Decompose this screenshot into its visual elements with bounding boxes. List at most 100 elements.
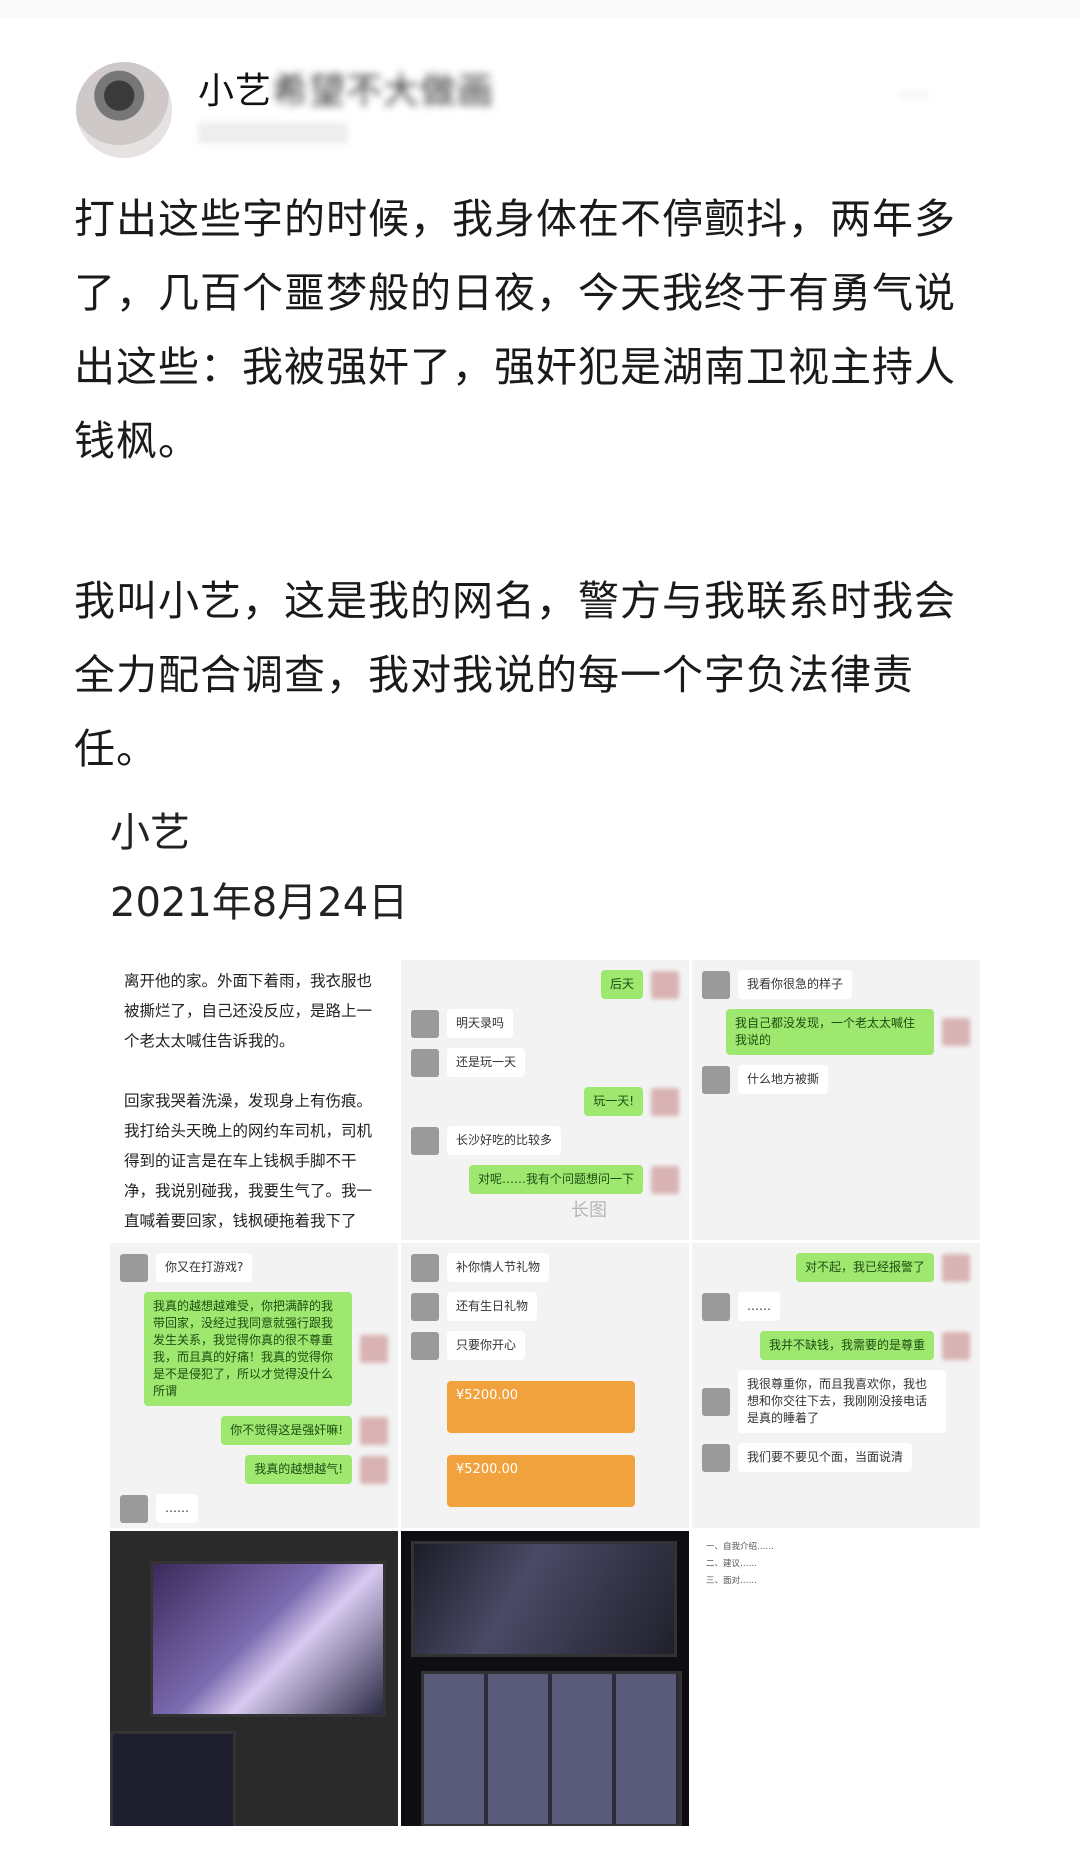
chat-message: 你又在打游戏? [120,1253,388,1282]
chat-bubble: 我们要不要见个面，当面说清 [738,1443,913,1472]
chat-message: 对不起，我已经报警了 [702,1253,970,1282]
grid-image-9[interactable]: 一、自我介绍…… 二、建议…… 三、面对…… [692,1531,980,1826]
chat-bubble: 你又在打游戏? [156,1253,253,1282]
chat-bubble: …… [738,1292,780,1321]
monitor-photo-lower [110,1731,236,1826]
chat-message: 我真的越想越气! [120,1455,388,1484]
chat-message: 我们要不要见个面，当面说清 [702,1443,970,1472]
author-subline-blurred [198,122,348,144]
chat-message: 还有生日礼物 [411,1292,679,1321]
avatar[interactable] [76,62,172,158]
chat-message: 玩一天! [411,1087,679,1116]
grid-image-8[interactable] [401,1531,689,1826]
chat-bubble: 对不起，我已经报警了 [795,1253,934,1282]
chat-bubble: 我真的越想越气! [245,1455,352,1484]
grid-image-1-text: 离开他的家。外面下着雨，我衣服也被撕烂了，自己还没反应，是路上一个老太太喊住告诉… [124,972,373,1230]
chat-avatar [360,1416,388,1445]
chat-message: 你不觉得这是强奸嘛! [120,1416,388,1445]
chat-message: 对呢……我有个问题想问一下 [411,1165,679,1194]
monitor-photo [150,1561,386,1717]
post-date: 2021年8月24日 [110,880,409,926]
chat-avatar [411,1009,439,1038]
surveillance-screen-top [411,1541,677,1657]
author-name-blurred: 希望不大做画 [272,71,495,112]
chat-avatar [120,1253,148,1282]
chat-avatar [942,1331,970,1360]
chat-thread-3: 我看你很急的样子我自己都没发现，一个老太太喊住我说的什么地方被撕 [692,970,980,1094]
chat-thread-4: 你又在打游戏? 我真的越想越难受，你把满醉的我带回家，没经过我同意就强行跟我发生关… [110,1253,398,1523]
chat-bubble: 补你情人节礼物 [447,1253,550,1282]
chat-message: 补你情人节礼物 [411,1253,679,1282]
chat-avatar [411,1292,439,1321]
chat-thread-2: 后天明天录吗还是玩一天玩一天! 长沙好吃的比较多对呢……我有个问题想问一下 [401,970,689,1194]
transfer-card-1: ¥5200.00 [447,1381,635,1433]
chat-avatar [411,1253,439,1282]
chat-avatar [120,1494,148,1523]
chat-bubble: 什么地方被撕 [738,1065,829,1094]
chat-bubble: 还是玩一天 [447,1048,526,1077]
chat-avatar [702,1065,730,1094]
grid-image-4[interactable]: 你又在打游戏? 我真的越想越难受，你把满醉的我带回家，没经过我同意就强行跟我发生关… [110,1243,398,1528]
chat-bubble: 长沙好吃的比较多 [447,1126,562,1155]
chat-avatar [651,1165,679,1194]
chat-message: 什么地方被撕 [702,1065,970,1094]
chat-thread-5: 补你情人节礼物 还有生日礼物 只要你开心 [401,1253,689,1360]
chat-avatar [360,1455,388,1484]
surveillance-screen-grid [421,1671,682,1826]
chat-avatar [360,1335,388,1363]
chat-avatar [411,1126,439,1155]
chat-avatar [702,1443,730,1472]
grid-image-1[interactable]: 离开他的家。外面下着雨，我衣服也被撕烂了，自己还没反应，是路上一个老太太喊住告诉… [110,960,398,1240]
chat-avatar [702,1292,730,1321]
chat-message: 明天录吗 [411,1009,679,1038]
grid-image-3[interactable]: 我看你很急的样子我自己都没发现，一个老太太喊住我说的什么地方被撕 [692,960,980,1240]
chat-message: …… [702,1292,970,1321]
chat-avatar [651,1087,679,1116]
post-paragraph-1: 打出这些字的时候，我身体在不停颤抖，两年多了，几百个噩梦般的日夜，今天我终于有勇… [74,195,956,465]
grid-image-7[interactable] [110,1531,398,1826]
chat-message: 长沙好吃的比较多 [411,1126,679,1155]
author-name-visible: 小艺 [198,71,273,112]
chat-bubble: …… [156,1494,198,1523]
chat-bubble: 玩一天! [584,1087,643,1116]
author-name[interactable]: 小艺希望不大做画 [198,62,494,114]
chat-bubble: 后天 [600,970,643,999]
chat-bubble: 对呢……我有个问题想问一下 [468,1165,643,1194]
chat-bubble: 我看你很急的样子 [738,970,853,999]
chat-thread-6: 对不起，我已经报警了 …… 我并不缺钱，我需要的是尊重我很尊重你，而且我喜欢你，我也… [692,1253,980,1472]
chat-avatar [411,1331,439,1360]
document-text: 一、自我介绍…… 二、建议…… 三、面对…… [692,1531,980,1598]
chat-bubble: 明天录吗 [447,1009,514,1038]
chat-message: 我很尊重你，而且我喜欢你，我也想和你交往下去，我刚刚没接电话是真的睡着了 [702,1370,970,1433]
post-paragraph-2: 我叫小艺，这是我的网名，警方与我联系时我会全力配合调查，我对我说的每一个字负法律… [74,577,956,773]
chat-avatar [651,970,679,999]
top-strip [0,0,1080,18]
chat-message: 我并不缺钱，我需要的是尊重 [702,1331,970,1360]
post-signature: 小艺 [110,810,190,856]
chat-bubble: 还有生日礼物 [447,1292,538,1321]
chat-avatar [411,1048,439,1077]
chat-message: 我真的越想越难受，你把满醉的我带回家，没经过我同意就强行跟我发生关系，我觉得你真… [120,1292,388,1406]
chat-bubble: 我很尊重你，而且我喜欢你，我也想和你交往下去，我刚刚没接电话是真的睡着了 [738,1370,946,1433]
long-image-watermark: 长图 [571,1200,607,1221]
transfer-card-2: ¥5200.00 [447,1455,635,1507]
chat-message: 只要你开心 [411,1331,679,1360]
chat-message: 还是玩一天 [411,1048,679,1077]
chat-avatar [702,1387,730,1416]
chat-bubble: 只要你开心 [447,1331,526,1360]
grid-image-6[interactable]: 对不起，我已经报警了 …… 我并不缺钱，我需要的是尊重我很尊重你，而且我喜欢你，我也… [692,1243,980,1528]
more-icon[interactable]: ⋯ [900,78,990,118]
chat-bubble: 我真的越想越难受，你把满醉的我带回家，没经过我同意就强行跟我发生关系，我觉得你真… [144,1292,352,1406]
chat-bubble: 我自己都没发现，一个老太太喊住我说的 [726,1009,934,1055]
chat-message: …… [120,1494,388,1523]
chat-bubble: 你不觉得这是强奸嘛! [221,1416,352,1445]
chat-avatar [942,1253,970,1282]
chat-avatar [942,1018,970,1046]
chat-avatar [702,970,730,999]
chat-message: 我看你很急的样子 [702,970,970,999]
grid-image-2[interactable]: 后天明天录吗还是玩一天玩一天! 长沙好吃的比较多对呢……我有个问题想问一下 长图 [401,960,689,1240]
chat-message: 后天 [411,970,679,999]
grid-image-5[interactable]: 补你情人节礼物 还有生日礼物 只要你开心 ¥5200.00 ¥5200.00 [401,1243,689,1528]
chat-bubble: 我并不缺钱，我需要的是尊重 [759,1331,934,1360]
chat-message: 我自己都没发现，一个老太太喊住我说的 [702,1009,970,1055]
